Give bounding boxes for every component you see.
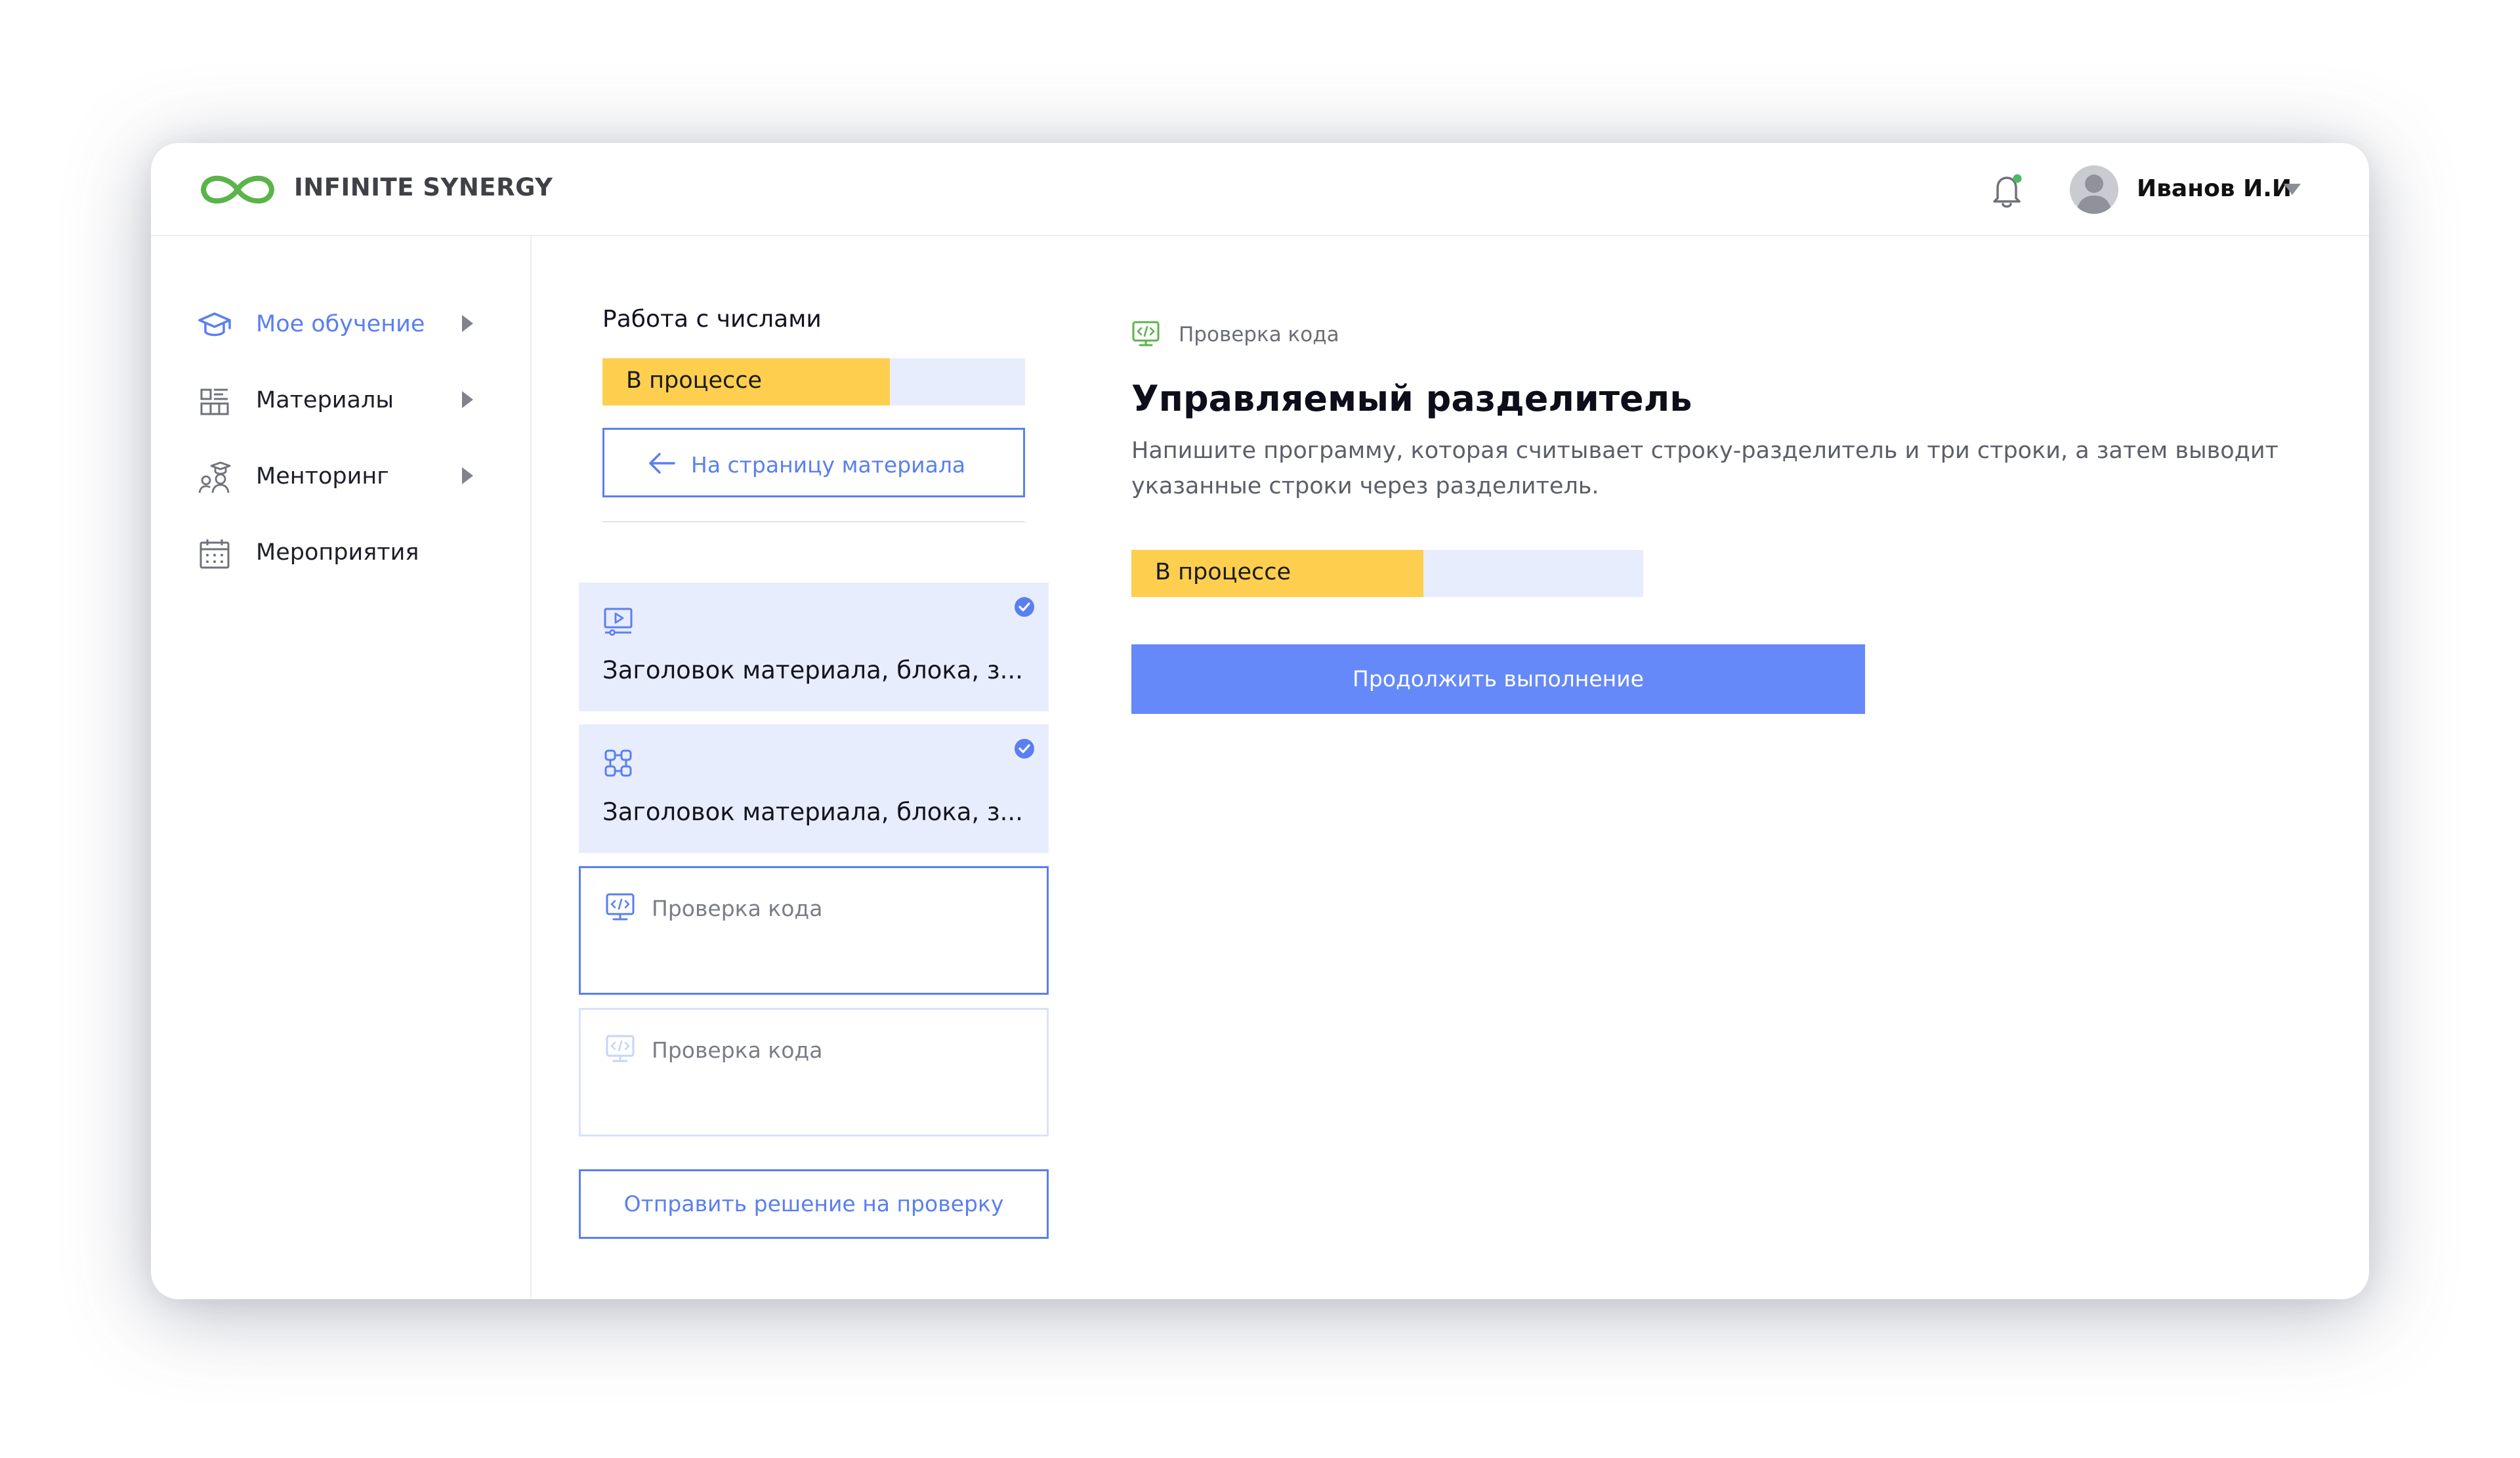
submit-solution-button[interactable]: Отправить решение на проверку	[579, 1169, 1049, 1239]
calendar-icon	[200, 539, 230, 569]
sidebar-item-label: Мероприятия	[256, 539, 419, 566]
materials-icon	[200, 388, 229, 415]
user-silhouette-icon	[2076, 175, 2112, 214]
check-circle-icon	[1015, 739, 1034, 759]
code-check-icon	[606, 893, 635, 921]
app-window: INFINITE SYNERGY Иванов И.И Мое обучение	[151, 143, 2369, 1299]
task-category: Проверка кода	[1179, 323, 1339, 346]
sidebar: Мое обучение Материалы Менторинг Меропри…	[151, 235, 532, 1299]
task-progress-bar: В процессе	[1131, 550, 1643, 597]
sidebar-item-materials[interactable]: Материалы	[151, 373, 530, 425]
notification-dot	[2013, 174, 2022, 183]
task-description: Напишите программу, которая считывает ст…	[1131, 438, 2278, 499]
back-button-label: На страницу материала	[691, 452, 966, 478]
material-card[interactable]: Заголовок материала, блока, з...	[579, 583, 1049, 711]
sidebar-item-label: Мое обучение	[256, 311, 425, 337]
expand-caret-icon[interactable]	[462, 315, 473, 332]
notification-bell-icon[interactable]	[1988, 171, 2025, 210]
arrow-left-icon	[649, 453, 675, 474]
expand-caret-icon[interactable]	[462, 467, 473, 484]
sidebar-item-label: Менторинг	[256, 463, 389, 489]
sidebar-item-mentoring[interactable]: Менторинг	[151, 449, 530, 501]
sidebar-item-events[interactable]: Мероприятия	[151, 525, 530, 577]
continue-button[interactable]: Продолжить выполнение	[1131, 644, 1865, 714]
expand-caret-icon[interactable]	[462, 391, 473, 408]
material-card-locked[interactable]: Проверка кода	[579, 1008, 1049, 1136]
code-check-icon	[606, 1035, 635, 1062]
material-title: Проверка кода	[652, 896, 823, 921]
code-check-icon	[1132, 321, 1160, 346]
course-progress-bar: В процессе	[602, 358, 1025, 406]
material-card[interactable]: Заголовок материала, блока, з...	[579, 724, 1049, 853]
brand-name[interactable]: INFINITE SYNERGY	[294, 173, 553, 201]
mentoring-icon	[198, 461, 231, 493]
material-title: Проверка кода	[652, 1037, 823, 1063]
user-avatar[interactable]	[2070, 165, 2118, 214]
progress-status: В процессе	[1155, 559, 1292, 585]
material-title: Заголовок материала, блока, з...	[602, 798, 1023, 826]
graduation-cap-icon	[198, 312, 231, 337]
video-lesson-icon	[604, 608, 633, 636]
sidebar-item-label: Материалы	[256, 387, 394, 413]
infinity-logo-icon[interactable]	[196, 170, 280, 209]
sidebar-item-my-learning[interactable]: Мое обучение	[151, 297, 530, 349]
back-to-material-button[interactable]: На страницу материала	[602, 428, 1025, 497]
task-title: Управляемый разделитель	[1131, 378, 1692, 419]
divider	[602, 521, 1025, 522]
course-title: Работа с числами	[602, 306, 822, 333]
top-header: INFINITE SYNERGY Иванов И.И	[151, 143, 2369, 236]
material-card-current[interactable]: Проверка кода	[579, 866, 1049, 995]
material-title: Заголовок материала, блока, з...	[602, 656, 1023, 684]
user-name[interactable]: Иванов И.И	[2137, 175, 2292, 202]
modules-icon	[604, 749, 632, 777]
progress-status: В процессе	[626, 367, 763, 394]
user-menu-caret-icon[interactable]	[2284, 184, 2301, 195]
check-circle-icon	[1015, 597, 1034, 617]
